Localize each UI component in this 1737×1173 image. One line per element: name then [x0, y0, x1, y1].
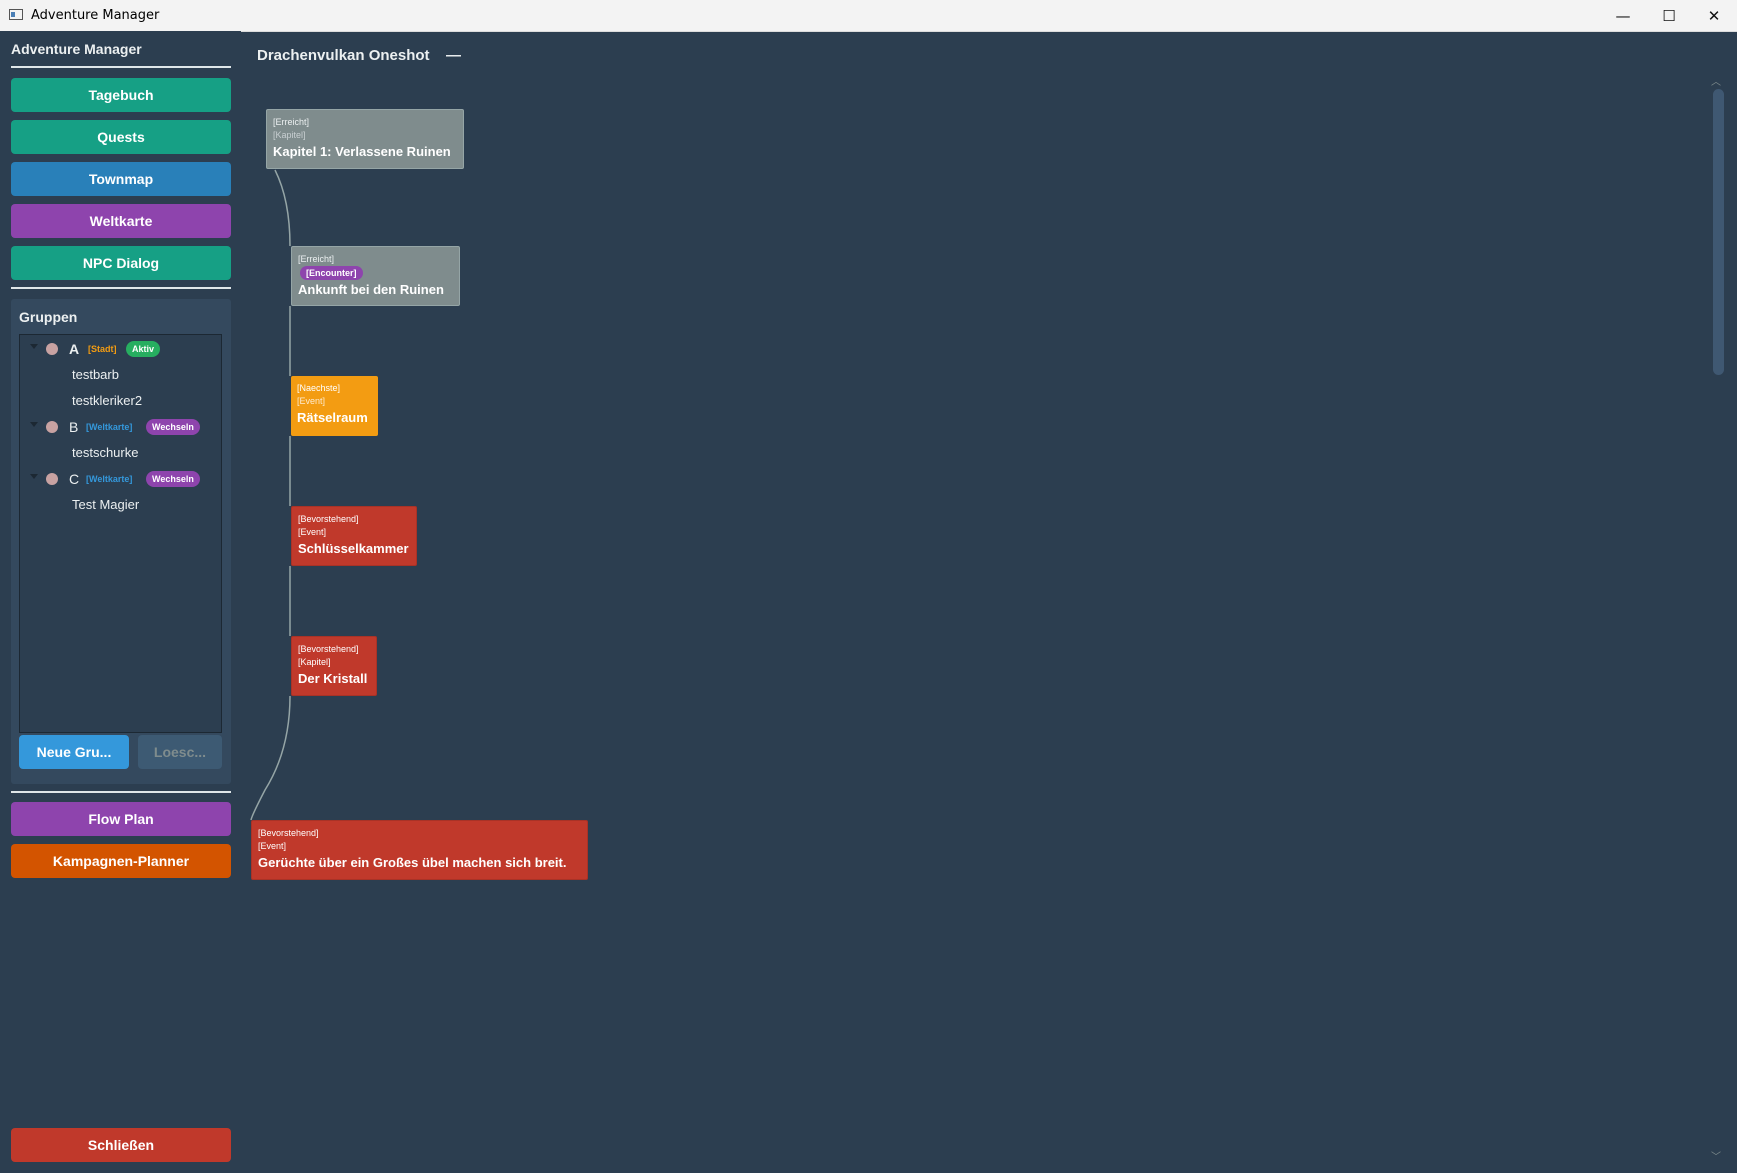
node-title: Rätselraum [297, 410, 368, 425]
node-status: [Erreicht] [298, 254, 335, 264]
node-type: [Event] [298, 527, 327, 537]
node-title: Kapitel 1: Verlassene Ruinen [273, 144, 451, 159]
node-status: [Bevorstehend] [258, 828, 319, 838]
node-title: Der Kristall [298, 671, 368, 686]
node-type: [Kapitel] [298, 657, 331, 667]
flow-node[interactable]: [Bevorstehend] [Event] Gerüchte über ein… [251, 820, 588, 880]
node-status: [Bevorstehend] [298, 514, 359, 524]
vertical-scrollbar-thumb[interactable] [1713, 89, 1724, 375]
flow-node[interactable]: [Erreicht] [Kapitel] Kapitel 1: Verlasse… [266, 109, 464, 169]
node-status: [Bevorstehend] [298, 644, 359, 654]
flow-connector [250, 695, 291, 821]
flow-node[interactable]: [Erreicht] [Encounter] Ankunft bei den R… [291, 246, 460, 306]
node-type: [Kapitel] [273, 130, 306, 140]
flow-node[interactable]: [Bevorstehend] [Kapitel] Der Kristall [291, 636, 377, 696]
node-title: Ankunft bei den Ruinen [298, 282, 444, 297]
scroll-up-arrow-icon[interactable]: ︿ [1711, 73, 1721, 88]
flow-node[interactable]: [Bevorstehend] [Event] Schlüsselkammer [291, 506, 417, 566]
scroll-down-arrow-icon[interactable]: ﹀ [1711, 1148, 1721, 1163]
node-type: [Event] [258, 841, 287, 851]
flow-connector-lines [250, 169, 291, 821]
node-status: [Erreicht] [273, 117, 310, 127]
node-type-badge: [Encounter] [300, 266, 363, 280]
node-title: Schlüsselkammer [298, 541, 409, 556]
node-title: Gerüchte über ein Großes übel machen sic… [258, 855, 567, 870]
node-type: [Event] [297, 396, 326, 406]
node-status: [Naechste] [297, 383, 341, 393]
flow-node[interactable]: [Naechste] [Event] Rätselraum [291, 376, 378, 436]
flow-connector [274, 169, 291, 247]
